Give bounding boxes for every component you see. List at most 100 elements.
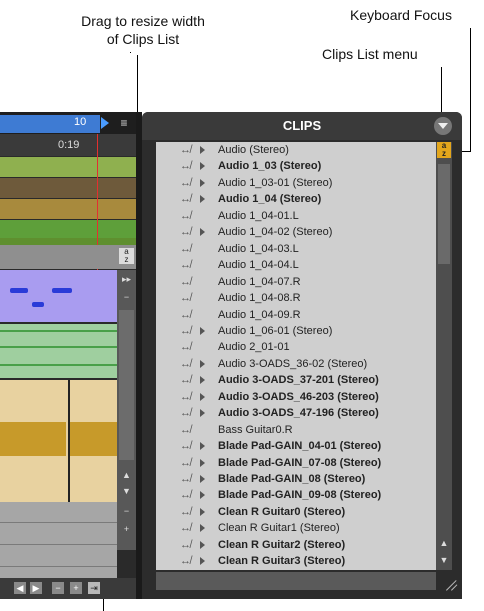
nav-jump-icon[interactable]: ⇥ [88,582,100,594]
audio-waveform-region[interactable] [0,380,117,502]
clip-row[interactable]: ↮ Audio 1_04-03.L [156,241,436,258]
clip-row[interactable]: ↮ Audio 1_04-01.L [156,208,436,225]
clip-link-icon: ↮ [180,292,191,305]
expand-triangle-icon[interactable] [200,359,205,368]
expand-triangle-icon[interactable] [200,557,205,566]
clip-row[interactable]: ↮ Audio 2_01-01 [156,339,436,356]
expand-triangle-icon[interactable] [200,392,205,401]
expand-triangle-icon[interactable] [200,178,205,187]
clip-link-icon: ↮ [180,440,191,453]
track-band-1[interactable] [0,157,136,177]
clip-row[interactable]: ↮ Audio 1_03 (Stereo) [156,158,436,175]
expand-triangle-icon[interactable] [200,376,205,385]
clips-horizontal-scrollbar[interactable] [156,572,436,590]
clip-row[interactable]: ↮ Clean R Guitar0 (Stereo) [156,504,436,521]
clips-menu-callout: Clips List menu [322,46,418,62]
counter-value: 10 [74,116,87,128]
expand-triangle-icon[interactable] [200,458,205,467]
clip-name: Audio 2_01-01 [218,341,290,354]
nav-plus-icon[interactable]: + [70,582,82,594]
automation-region[interactable] [0,324,117,378]
empty-track-area[interactable] [0,502,117,582]
expand-triangle-icon[interactable] [200,326,205,335]
nav-minus-icon[interactable]: − [52,582,64,594]
track-band-3[interactable] [0,199,136,219]
scroll-down-icon[interactable]: ▼ [117,484,136,498]
clip-row[interactable]: ↮ Audio 1_06-01 (Stereo) [156,323,436,340]
clip-row[interactable]: ↮ Audio (Stereo) [156,142,436,159]
chevron-down-icon[interactable] [434,117,452,135]
clip-name: Audio 1_04-03.L [218,242,299,255]
clip-row[interactable]: ↮ Blade Pad-GAIN_04-01 (Stereo) [156,438,436,455]
zoom-minus-icon[interactable]: − [117,290,136,304]
clip-name: Clean R Guitar1 (Stereo) [218,522,340,535]
clip-row[interactable]: ↮ Clean R Guitar2 (Stereo) [156,537,436,554]
clip-row[interactable]: ↮ Audio 1_04-07.R [156,274,436,291]
clip-link-icon: ↮ [180,505,191,518]
zoom-in-icon[interactable]: + [117,522,136,536]
track-band-gray[interactable] [0,245,136,269]
expand-triangle-icon[interactable] [200,409,205,418]
keyboard-focus-az-icon[interactable]: a z [437,142,451,158]
clip-row[interactable]: ↮ Audio 1_04 (Stereo) [156,191,436,208]
clip-row[interactable]: ↮ Clean R Guitar3 (Stereo) [156,553,436,570]
clip-row[interactable]: ↮ Bass Guitar0.R [156,422,436,439]
clip-name: Audio 3-OADS_46-203 (Stereo) [218,390,379,403]
ruler-menu-icon[interactable]: ≡ [117,116,131,130]
expand-triangle-icon[interactable] [200,442,205,451]
track-band-2[interactable] [0,178,136,198]
scroll-up-icon[interactable]: ▲ [436,536,452,551]
focus-leader-vertical [470,28,471,152]
clip-row[interactable]: ↮ Audio 3-OADS_47-196 (Stereo) [156,405,436,422]
clips-header: CLIPS [142,112,462,140]
clip-row[interactable]: ↮ Audio 1_04-04.L [156,257,436,274]
clip-row[interactable]: ↮ Clean R Guitar1 (Stereo) [156,520,436,537]
edit-nav-bar: ◀ ▶ − + ⇥ [0,578,136,599]
expand-triangle-icon[interactable] [200,507,205,516]
counter-ruler: 10 ≡ [0,112,136,134]
clip-row[interactable]: ↮ Audio 1_04-08.R [156,290,436,307]
clip-row[interactable]: ↮ Blade Pad-GAIN_08 (Stereo) [156,471,436,488]
clips-vertical-scrollbar[interactable]: a z ▲ ▼ [436,142,452,570]
clip-row[interactable]: ↮ Audio 1_04-09.R [156,307,436,324]
expand-triangle-icon[interactable] [200,228,205,237]
nav-right-icon[interactable]: ▶ [30,582,42,594]
midi-note [32,302,44,307]
clip-name: Clean R Guitar0 (Stereo) [218,505,346,518]
automation-line [0,364,117,366]
clip-row[interactable]: ↮ Audio 3-OADS_46-203 (Stereo) [156,389,436,406]
nav-left-icon[interactable]: ◀ [14,582,26,594]
scroll-up-icon[interactable]: ▲ [117,468,136,482]
expand-triangle-icon[interactable] [200,524,205,533]
clip-row[interactable]: ↮ Audio 3-OADS_36-02 (Stereo) [156,356,436,373]
expand-triangle-icon[interactable] [200,540,205,549]
clip-row[interactable]: ↮ Blade Pad-GAIN_07-08 (Stereo) [156,455,436,472]
clip-row[interactable]: ↮ Audio 1_03-01 (Stereo) [156,175,436,192]
expand-triangle-icon[interactable] [200,146,205,154]
sort-az-icon[interactable]: a z [119,248,134,264]
clip-name: Clean R Guitar3 (Stereo) [218,555,346,568]
clip-link-icon: ↮ [180,538,191,551]
expand-triangle-icon[interactable] [200,195,205,204]
zoom-arrows-icon[interactable]: ▸▸ [117,272,136,286]
edit-vertical-scrollbar[interactable]: ▸▸ − ▲ ▼ − + [117,270,136,550]
expand-triangle-icon[interactable] [200,491,205,500]
scroll-down-icon[interactable]: ▼ [436,553,452,568]
track-band-4[interactable] [0,220,136,240]
play-triangle-icon[interactable] [101,117,109,129]
expand-triangle-icon[interactable] [200,475,205,483]
midi-region[interactable] [0,270,117,322]
clip-link-icon: ↮ [180,555,191,568]
zoom-out-icon[interactable]: − [117,504,136,518]
clip-row[interactable]: ↮ Blade Pad-GAIN_09-08 (Stereo) [156,487,436,504]
clips-list-panel: CLIPS ↮ Audio (Stereo) ↮ Audio 1_03 (Stereo… [142,112,462,599]
clip-row[interactable]: ↮ Audio 3-OADS_37-201 (Stereo) [156,372,436,389]
clips-list[interactable]: ↮ Audio (Stereo) ↮ Audio 1_03 (Stereo) ↮ Audi… [156,142,436,570]
expand-triangle-icon[interactable] [200,162,205,171]
clips-scroll-thumb[interactable] [438,164,450,264]
edit-scroll-thumb[interactable] [119,310,134,460]
clip-link-icon: ↮ [180,160,191,173]
track-band-5[interactable] [0,238,136,245]
resize-grip-icon[interactable] [442,576,458,592]
clip-row[interactable]: ↮ Audio 1_04-02 (Stereo) [156,224,436,241]
